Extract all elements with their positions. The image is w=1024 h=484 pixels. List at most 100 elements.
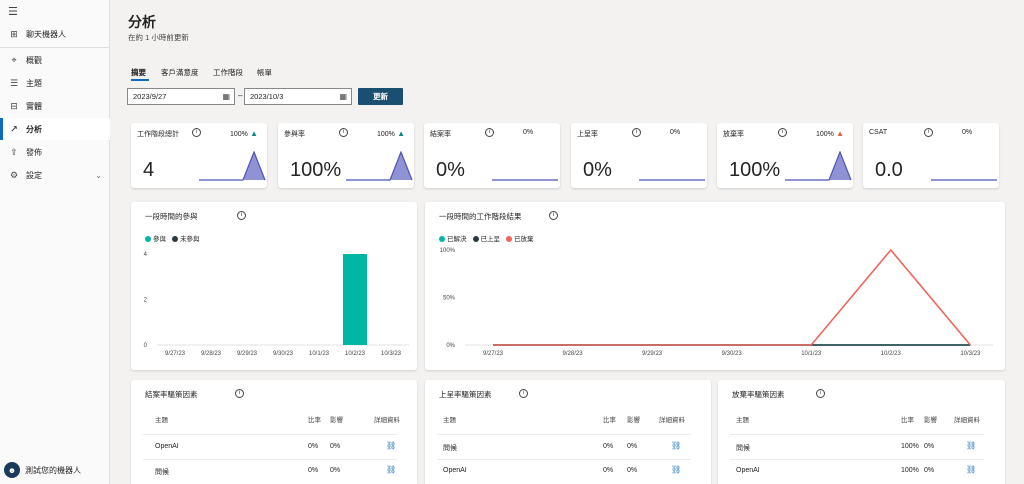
sidebar-item-entities[interactable]: ⊟ 實體 (0, 95, 110, 117)
column-header[interactable]: 比率 (308, 414, 321, 424)
kpi-card: CSAT i 0% 0.0 (863, 123, 999, 188)
table-cell-topic[interactable]: 問候 (736, 443, 750, 453)
y-tick-label: 50% (443, 296, 456, 302)
refresh-button[interactable]: 更新 (358, 88, 403, 105)
table-cell-topic[interactable]: OpenAI (443, 467, 467, 474)
info-icon[interactable]: i (519, 389, 528, 398)
table-cell-topic[interactable]: 問候 (155, 467, 169, 477)
end-date-field[interactable]: 2023/10/3 ▦ (244, 88, 352, 105)
test-bot-button[interactable]: ☻ 測試您的機器人 (4, 462, 81, 478)
publish-icon: ⇪ (10, 146, 18, 157)
column-header[interactable]: 比率 (603, 414, 616, 424)
details-link-icon[interactable]: ⛓ (966, 441, 976, 450)
table-cell-topic[interactable]: 問候 (443, 443, 457, 453)
x-tick-label: 10/3/23 (960, 351, 981, 357)
info-icon[interactable]: i (632, 128, 641, 137)
sparkline (346, 151, 413, 181)
kpi-change: 0% (523, 129, 534, 136)
details-link-icon[interactable]: ⛓ (671, 465, 681, 474)
divider (0, 47, 110, 48)
engagement-bar-chart: 4 2 0 9/27/23 9/28/23 9/29/23 9/30/23 10/1/23 10… (144, 252, 409, 357)
sidebar-item-publish[interactable]: ⇪ 發佈 (0, 141, 110, 163)
table-cell-rate: 0% (308, 467, 319, 474)
x-tick-label: 10/2/23 (345, 351, 366, 357)
sidebar-item-label: 概觀 (26, 55, 42, 65)
details-link-icon[interactable]: ⛓ (386, 465, 396, 474)
y-tick-label: 0 (144, 343, 148, 349)
sidebar-item-label: 實體 (26, 101, 42, 111)
info-icon[interactable]: i (485, 128, 494, 137)
sparkline (492, 179, 558, 181)
info-icon[interactable]: i (816, 389, 825, 398)
column-header[interactable]: 詳細資料 (954, 414, 980, 424)
table-cell-topic[interactable]: OpenAI (155, 443, 179, 450)
sidebar: ☰ ⊞ 聊天機器人 ⌖ 概觀 ☰ 主題 ⊟ 實體 ↗ 分析 ⇪ 發佈 ⚙ 設定 … (0, 0, 110, 484)
details-link-icon[interactable]: ⛓ (671, 441, 681, 450)
info-icon[interactable]: i (339, 128, 348, 137)
trend-up-icon: ▲ (833, 129, 845, 138)
end-date-value: 2023/10/3 (250, 92, 284, 101)
kpi-card: 上呈率 i 0% 0% (571, 123, 707, 188)
info-icon[interactable]: i (778, 128, 787, 137)
column-header[interactable]: 比率 (901, 414, 914, 424)
table-cell-rate: 100% (901, 443, 919, 450)
table-cell-impact: 0% (924, 443, 935, 450)
column-header[interactable]: 詳細資料 (374, 414, 400, 424)
sidebar-item-topics[interactable]: ☰ 主題 (0, 72, 110, 94)
sidebar-item-overview[interactable]: ⌖ 概觀 (0, 49, 110, 71)
divider (730, 459, 984, 460)
x-tick-label: 10/3/23 (381, 351, 402, 357)
sidebar-item-chatbot[interactable]: ⊞ 聊天機器人 (0, 23, 110, 45)
column-header[interactable]: 主題 (736, 414, 749, 424)
calendar-icon[interactable]: ▦ (222, 92, 230, 101)
overview-icon: ⌖ (11, 54, 17, 65)
info-icon[interactable]: i (235, 389, 244, 398)
details-link-icon[interactable]: ⛓ (966, 465, 976, 474)
bot-avatar-icon: ☻ (4, 462, 20, 478)
tab-csat[interactable]: 客戶滿意度 (161, 67, 199, 78)
kpi-card: 放棄率 i 100% ▲ 100% (717, 123, 853, 188)
kpi-change: 0% (670, 129, 681, 136)
start-date-field[interactable]: 2023/9/27 ▦ (127, 88, 235, 105)
column-header[interactable]: 影響 (330, 414, 343, 424)
kpi-value: 0.0 (875, 159, 903, 181)
sidebar-item-settings[interactable]: ⚙ 設定 ⌄ (0, 164, 110, 186)
hamburger-menu-icon[interactable]: ☰ (8, 5, 18, 18)
x-tick-label: 9/29/23 (237, 351, 258, 357)
sparkline (639, 179, 705, 181)
details-link-icon[interactable]: ⛓ (386, 441, 396, 450)
series-line (493, 248, 971, 346)
column-header[interactable]: 影響 (627, 414, 640, 424)
kpi-value: 4 (143, 159, 155, 181)
column-header[interactable]: 主題 (443, 414, 456, 424)
sidebar-item-label: 設定 (26, 170, 42, 180)
divider (437, 459, 691, 460)
kpi-label: 結案率 (430, 131, 451, 138)
column-header[interactable]: 影響 (924, 414, 937, 424)
divider (143, 459, 397, 460)
table-title: 結案率驅策因素 (145, 390, 198, 399)
kpi-label: 上呈率 (577, 131, 598, 138)
table-cell-topic[interactable]: OpenAI (736, 467, 760, 474)
column-header[interactable]: 詳細資料 (659, 414, 685, 424)
info-icon[interactable]: i (924, 128, 933, 137)
tab-sessions[interactable]: 工作階段 (213, 67, 243, 78)
x-tick-label: 9/29/23 (642, 351, 663, 357)
info-icon[interactable]: i (192, 128, 201, 137)
x-tick-label: 10/2/23 (881, 351, 902, 357)
x-tick-label: 9/30/23 (273, 351, 294, 357)
calendar-icon[interactable]: ▦ (339, 92, 347, 101)
active-tab-indicator (131, 79, 149, 81)
main-content: 分析 在約 1 小時前更新 摘要 客戶滿意度 工作階段 帳單 2023/9/27… (111, 0, 1024, 484)
column-header[interactable]: 主題 (155, 414, 168, 424)
kpi-change: 100% ▲ (377, 129, 406, 138)
outcome-line-chart: 100% 50% 0% 9/27/23 9/28/23 9/29/23 9/30/23 10/… (440, 248, 993, 357)
kpi-label: 工作階段總計 (137, 131, 179, 138)
y-tick-label: 4 (144, 252, 148, 258)
tab-billing[interactable]: 帳單 (257, 67, 272, 78)
tab-summary[interactable]: 摘要 (131, 67, 146, 78)
x-tick-label: 9/28/23 (563, 351, 584, 357)
sparkline (199, 151, 266, 181)
sidebar-item-analytics[interactable]: ↗ 分析 (0, 118, 110, 140)
kpi-value: 100% (290, 159, 342, 181)
